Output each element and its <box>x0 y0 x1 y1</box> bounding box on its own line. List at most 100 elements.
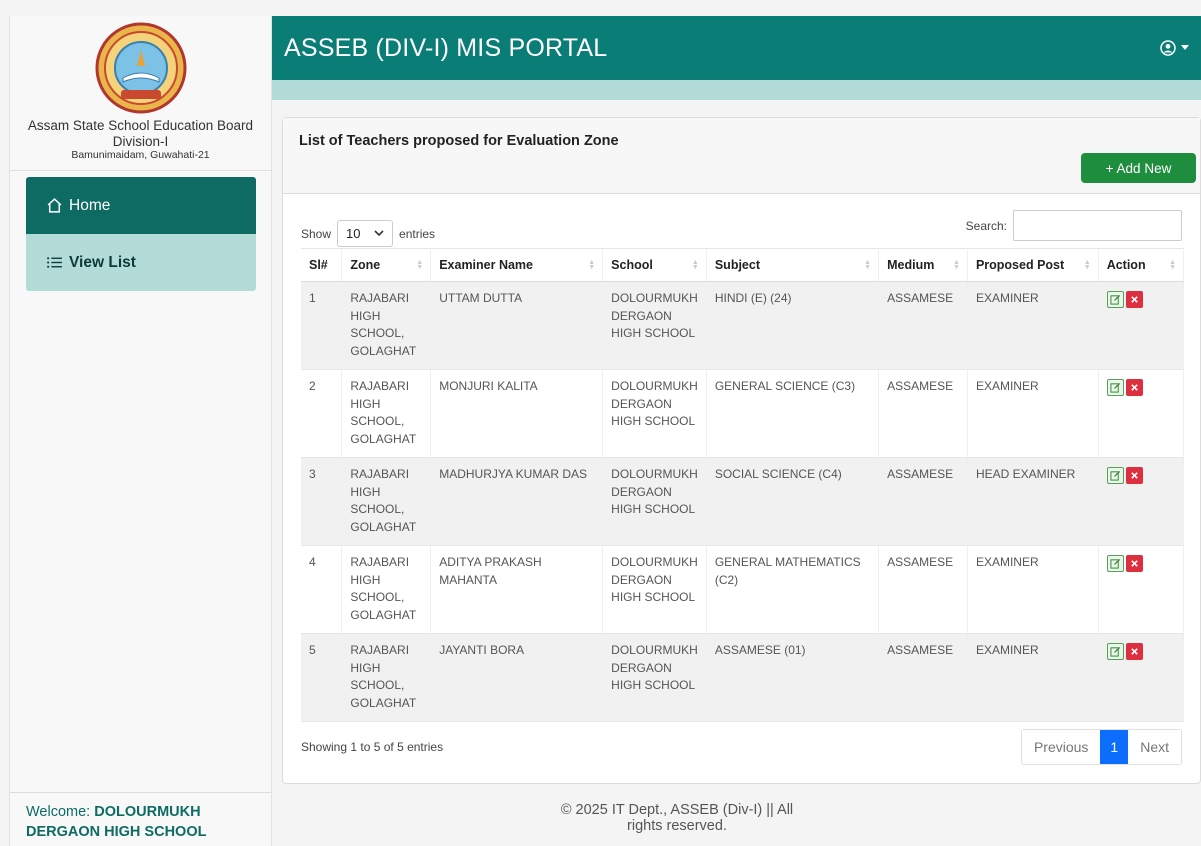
delete-button[interactable] <box>1125 643 1143 660</box>
user-menu-toggle[interactable] <box>1160 40 1189 56</box>
board-name: Assam State School Education Board <box>27 118 254 133</box>
table-info: Showing 1 to 5 of 5 entries <box>301 740 444 754</box>
cell-proposed-post: EXAMINER <box>967 369 1099 458</box>
edit-icon <box>1110 382 1120 393</box>
sort-icon: ▲ ▼ <box>691 259 699 271</box>
delete-button[interactable] <box>1125 555 1143 572</box>
delete-button[interactable] <box>1125 467 1143 484</box>
table-row: 2 RAJABARI HIGH SCHOOL, GOLAGHAT MONJURI… <box>301 369 1185 458</box>
sidebar: Assam State School Education Board Divis… <box>9 16 272 846</box>
cell-action <box>1098 545 1185 634</box>
cell-action <box>1098 633 1185 722</box>
cell-action <box>1098 369 1185 458</box>
cell-school: DOLOURMUKH DERGAON HIGH SCHOOL <box>602 457 707 546</box>
close-icon <box>1130 384 1138 391</box>
search-input[interactable] <box>1013 210 1182 241</box>
close-icon <box>1130 472 1138 479</box>
table-row: 4 RAJABARI HIGH SCHOOL, GOLAGHAT ADITYA … <box>301 545 1185 634</box>
edit-button[interactable] <box>1106 379 1124 396</box>
pagination: Previous 1 Next <box>1020 729 1182 765</box>
cell-proposed-post: EXAMINER <box>967 633 1099 722</box>
cell-subject: HINDI (E) (24) <box>706 281 880 370</box>
cell-examiner-name: ADITYA PRAKASH MAHANTA <box>430 545 604 634</box>
page-1-button[interactable]: 1 <box>1100 730 1129 764</box>
close-icon <box>1130 560 1138 567</box>
next-page-button[interactable]: Next <box>1128 730 1181 764</box>
column-header-examiner-name[interactable]: Examiner Name ▲ ▼ <box>430 248 604 282</box>
cell-action <box>1098 281 1185 370</box>
edit-icon <box>1110 558 1120 569</box>
portal-title: ASSEB (DIV-I) MIS PORTAL <box>284 33 608 62</box>
table-row: 5 RAJABARI HIGH SCHOOL, GOLAGHAT JAYANTI… <box>301 633 1185 722</box>
edit-button[interactable] <box>1106 555 1124 572</box>
column-header-subject[interactable]: Subject ▲ ▼ <box>706 248 880 282</box>
cell-medium: ASSAMESE <box>878 545 968 634</box>
add-new-button[interactable]: + Add New <box>1081 153 1196 183</box>
entries-select-value: 10 <box>346 226 361 241</box>
sort-icon: ▲ ▼ <box>1169 259 1176 271</box>
column-header-zone[interactable]: Zone ▲ ▼ <box>341 248 432 282</box>
sidebar-item-label: Home <box>69 196 111 214</box>
division-name: Division-I <box>112 134 169 149</box>
cell-school: DOLOURMUKH DERGAON HIGH SCHOOL <box>602 369 707 458</box>
caret-down-icon <box>1181 45 1189 50</box>
welcome-message: Welcome: DOLOURMUKH DERGAON HIGH SCHOOL <box>10 792 271 846</box>
teachers-table: Sl# Zone ▲ ▼ Examiner Name ▲ ▼ School ▲ ▼ Subj… <box>301 248 1185 722</box>
cell-action <box>1098 457 1185 546</box>
cell-sl: 2 <box>301 369 343 458</box>
cell-sl: 1 <box>301 281 343 370</box>
search-label: Search: <box>965 218 1007 233</box>
sidebar-menu: Home View List <box>26 177 256 291</box>
sort-icon: ▲ ▼ <box>588 259 596 271</box>
sort-icon: ▲ ▼ <box>416 259 424 271</box>
cell-subject: SOCIAL SCIENCE (C4) <box>706 457 880 546</box>
cell-school: DOLOURMUKH DERGAON HIGH SCHOOL <box>602 281 707 370</box>
sidebar-item-home[interactable]: Home <box>26 177 256 234</box>
column-header-medium[interactable]: Medium ▲ ▼ <box>878 248 968 282</box>
cell-proposed-post: EXAMINER <box>967 545 1099 634</box>
entries-select[interactable]: 10 <box>337 220 394 247</box>
cell-sl: 4 <box>301 545 343 634</box>
footer-copyright: © 2025 IT Dept., ASSEB (Div-I) || All ri… <box>560 802 794 834</box>
sidebar-item-label: View List <box>69 253 136 271</box>
edit-button[interactable] <box>1106 291 1124 308</box>
close-icon <box>1130 648 1138 655</box>
delete-button[interactable] <box>1125 291 1143 308</box>
cell-medium: ASSAMESE <box>878 281 968 370</box>
close-icon <box>1130 296 1138 303</box>
cell-zone: RAJABARI HIGH SCHOOL, GOLAGHAT <box>341 457 432 546</box>
board-address: Bamunimaidam, Guwahati-21 <box>71 149 210 161</box>
column-header-school[interactable]: School ▲ ▼ <box>602 248 707 282</box>
cell-medium: ASSAMESE <box>878 457 968 546</box>
search-control: Search: <box>966 210 1182 241</box>
column-header-sl[interactable]: Sl# <box>301 248 343 282</box>
edit-icon <box>1110 294 1120 305</box>
list-icon <box>45 254 63 272</box>
cell-proposed-post: EXAMINER <box>967 281 1099 370</box>
logo-area: Assam State School Education Board Divis… <box>10 16 271 171</box>
cell-examiner-name: MADHURJYA KUMAR DAS <box>430 457 604 546</box>
previous-page-button[interactable]: Previous <box>1021 730 1101 764</box>
column-header-action[interactable]: Action ▲ ▼ <box>1098 248 1185 282</box>
cell-zone: RAJABARI HIGH SCHOOL, GOLAGHAT <box>341 545 432 634</box>
card-title: List of Teachers proposed for Evaluation… <box>299 133 619 149</box>
edit-button[interactable] <box>1106 643 1124 660</box>
cell-zone: RAJABARI HIGH SCHOOL, GOLAGHAT <box>341 633 432 722</box>
sort-icon: ▲ ▼ <box>953 259 960 271</box>
cell-zone: RAJABARI HIGH SCHOOL, GOLAGHAT <box>341 369 432 458</box>
edit-button[interactable] <box>1106 467 1124 484</box>
sidebar-item-view-list[interactable]: View List <box>26 234 256 291</box>
column-header-proposed-post[interactable]: Proposed Post ▲ ▼ <box>967 248 1099 282</box>
sort-icon: ▲ ▼ <box>864 259 872 271</box>
table-row: 3 RAJABARI HIGH SCHOOL, GOLAGHAT MADHURJ… <box>301 457 1185 546</box>
cell-subject: GENERAL MATHEMATICS (C2) <box>706 545 880 634</box>
teachers-list-card: List of Teachers proposed for Evaluation… <box>282 117 1201 784</box>
table-controls: Show 10 entries Search: <box>301 210 1182 247</box>
cell-medium: ASSAMESE <box>878 369 968 458</box>
table-row: 1 RAJABARI HIGH SCHOOL, GOLAGHAT UTTAM D… <box>301 281 1185 370</box>
cell-subject: ASSAMESE (01) <box>706 633 880 722</box>
delete-button[interactable] <box>1125 379 1143 396</box>
cell-examiner-name: MONJURI KALITA <box>430 369 604 458</box>
show-label: Show <box>301 226 332 241</box>
welcome-prefix: Welcome: <box>26 804 91 820</box>
